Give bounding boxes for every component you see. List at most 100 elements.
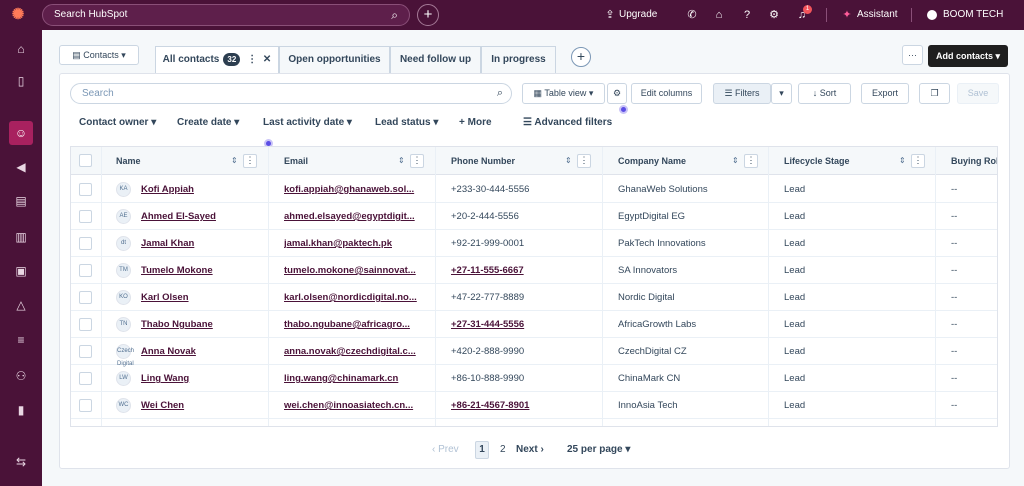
expand-icon[interactable]: ⇆ [9, 450, 33, 474]
table-view-dropdown[interactable]: ▦ Table view ▾ [522, 83, 605, 104]
page-1-button[interactable]: 1 [475, 441, 489, 459]
row-checkbox[interactable] [79, 372, 92, 385]
assistant-button[interactable]: Assistant [857, 0, 898, 30]
settings-gear-icon[interactable]: ⚙ [767, 0, 781, 30]
data-icon[interactable]: ≡ [9, 328, 33, 352]
marketplace-icon[interactable]: ⌂ [712, 0, 726, 30]
table-row[interactable]: WC Wei Chen wei.chen@innoasiatech.cn... +86… [71, 392, 997, 419]
tab-all-contacts[interactable]: All contacts 32 ⋮ ✕ [155, 46, 279, 74]
row-checkbox[interactable] [79, 399, 92, 412]
advanced-filters-button[interactable]: ☰ Advanced filters [523, 117, 612, 128]
table-row[interactable]: TN Thabo Ngubane thabo.ngubane@africagro..… [71, 311, 997, 338]
page-2-button[interactable]: 2 [500, 441, 506, 459]
email-link[interactable]: kofi.appiah@ghanaweb.sol... [284, 176, 429, 203]
account-avatar[interactable] [927, 10, 937, 20]
tab-open-opportunities[interactable]: Open opportunities [279, 46, 390, 73]
phone-number[interactable]: +27-11-555-6667 [451, 257, 581, 284]
sort-icon[interactable]: ⇕ [732, 147, 739, 175]
commerce-icon[interactable]: ▥ [9, 225, 33, 249]
filter-last-activity-date[interactable]: Last activity date ▾ [263, 117, 352, 128]
contact-name-link[interactable]: Wei Chen [141, 392, 261, 419]
sales-icon[interactable]: ▣ [9, 259, 33, 283]
select-all-checkbox[interactable] [79, 154, 92, 167]
filters-button[interactable]: ☰ Filters [713, 83, 771, 104]
row-checkbox[interactable] [79, 318, 92, 331]
table-row[interactable]: Czech Digital Anna Novak anna.novak@czechd… [71, 338, 997, 367]
table-row[interactable]: LW Ling Wang ling.wang@chinamark.cn +86-10-… [71, 365, 997, 392]
column-menu-icon[interactable]: ⋮ [911, 154, 925, 168]
contacts-icon[interactable]: ☺ [9, 121, 33, 145]
duplicate-view-icon[interactable]: ❐ [919, 83, 950, 104]
phone-number[interactable]: +86-21-4567-8901 [451, 392, 581, 419]
email-link[interactable]: jamal.khan@paktech.pk [284, 230, 429, 257]
column-menu-icon[interactable]: ⋮ [744, 154, 758, 168]
column-header-email[interactable]: Email [284, 147, 308, 175]
table-row[interactable]: TM Tumelo Mokone tumelo.mokone@sainnovat..… [71, 257, 997, 284]
column-header-phone[interactable]: Phone Number [451, 147, 515, 175]
phone-number[interactable]: +27-31-444-5556 [451, 311, 581, 338]
edit-columns-button[interactable]: Edit columns [631, 83, 702, 104]
help-icon[interactable]: ? [740, 0, 754, 30]
table-row[interactable]: AE Ahmed El-Sayed ahmed.elsayed@egyptdigit… [71, 203, 997, 230]
contact-name-link[interactable]: Ahmed El-Sayed [141, 203, 261, 230]
column-header-company[interactable]: Company Name [618, 147, 686, 175]
sort-icon[interactable]: ⇕ [565, 147, 572, 175]
hubspot-logo-icon[interactable]: ✺ [9, 6, 27, 24]
table-row[interactable]: KA Kofi Appiah kofi.appiah@ghanaweb.sol...… [71, 176, 997, 203]
add-view-button[interactable]: + [571, 47, 591, 67]
more-actions-button[interactable]: ··· [902, 45, 923, 65]
column-header-name[interactable]: Name [116, 147, 141, 175]
calling-icon[interactable]: ✆ [685, 0, 699, 30]
filter-lead-status[interactable]: Lead status ▾ [375, 117, 438, 128]
contact-name-link[interactable]: Kofi Appiah [141, 176, 261, 203]
sort-button[interactable]: ↓ Sort [798, 83, 851, 104]
prev-page-button[interactable]: ‹ Prev [432, 441, 459, 459]
row-checkbox[interactable] [79, 237, 92, 250]
table-settings-gear-icon[interactable]: ⚙ [607, 83, 627, 104]
email-link[interactable]: thabo.ngubane@africagro... [284, 311, 429, 338]
contact-name-link[interactable]: Jamal Khan [141, 230, 261, 257]
email-link[interactable]: wei.chen@innoasiatech.cn... [284, 392, 429, 419]
object-type-dropdown[interactable]: ▤ Contacts ▾ [59, 45, 139, 65]
table-row[interactable]: KO Karl Olsen karl.olsen@nordicdigital.no.… [71, 284, 997, 311]
per-page-dropdown[interactable]: 25 per page ▾ [567, 441, 630, 459]
row-checkbox[interactable] [79, 291, 92, 304]
contact-name-link[interactable]: Anna Novak [141, 338, 261, 365]
content-icon[interactable]: ▤ [9, 189, 33, 213]
tour-hotspot-marker[interactable] [619, 105, 628, 114]
table-row[interactable]: dt Jamal Khan jamal.khan@paktech.pk +92-21-… [71, 230, 997, 257]
reporting-icon[interactable]: ▮ [9, 398, 33, 422]
contact-name-link[interactable]: Karl Olsen [141, 284, 261, 311]
sort-icon[interactable]: ⇕ [398, 147, 405, 175]
filters-dropdown-toggle[interactable]: ▾ [771, 83, 792, 104]
automation-icon[interactable]: ⚇ [9, 364, 33, 388]
next-page-button[interactable]: Next › [516, 441, 544, 459]
marketing-icon[interactable]: ◀ [9, 155, 33, 179]
contact-name-link[interactable]: Tumelo Mokone [141, 257, 261, 284]
email-link[interactable]: anna.novak@czechdigital.c... [284, 338, 429, 365]
close-icon[interactable]: ✕ [263, 54, 271, 65]
export-button[interactable]: Export [861, 83, 909, 104]
tab-in-progress[interactable]: In progress [481, 46, 556, 73]
save-view-button[interactable]: Save [957, 83, 999, 104]
contact-name-link[interactable]: Thabo Ngubane [141, 311, 261, 338]
column-header-lifecycle-stage[interactable]: Lifecycle Stage [784, 147, 850, 175]
tab-options-icon[interactable]: ⋮ [247, 54, 257, 65]
global-search-input[interactable]: Search HubSpot ⌕ [42, 4, 410, 26]
bookmark-icon[interactable]: ▯ [9, 69, 33, 93]
filter-contact-owner[interactable]: Contact owner ▾ [79, 117, 156, 128]
sort-icon[interactable]: ⇕ [231, 147, 238, 175]
column-menu-icon[interactable]: ⋮ [410, 154, 424, 168]
email-link[interactable]: tumelo.mokone@sainnovat... [284, 257, 429, 284]
account-menu[interactable]: BOOM TECH [943, 0, 1003, 30]
add-contacts-button[interactable]: Add contacts ▾ [928, 45, 1008, 67]
email-link[interactable]: ahmed.elsayed@egyptdigit... [284, 203, 429, 230]
upgrade-button[interactable]: Upgrade [619, 0, 657, 30]
service-icon[interactable]: △ [9, 293, 33, 317]
contact-name-link[interactable]: Ling Wang [141, 365, 261, 392]
column-menu-icon[interactable]: ⋮ [577, 154, 591, 168]
row-checkbox[interactable] [79, 210, 92, 223]
row-checkbox[interactable] [79, 345, 92, 358]
table-search-input[interactable]: Search ⌕ [70, 83, 512, 104]
email-link[interactable]: karl.olsen@nordicdigital.no... [284, 284, 429, 311]
